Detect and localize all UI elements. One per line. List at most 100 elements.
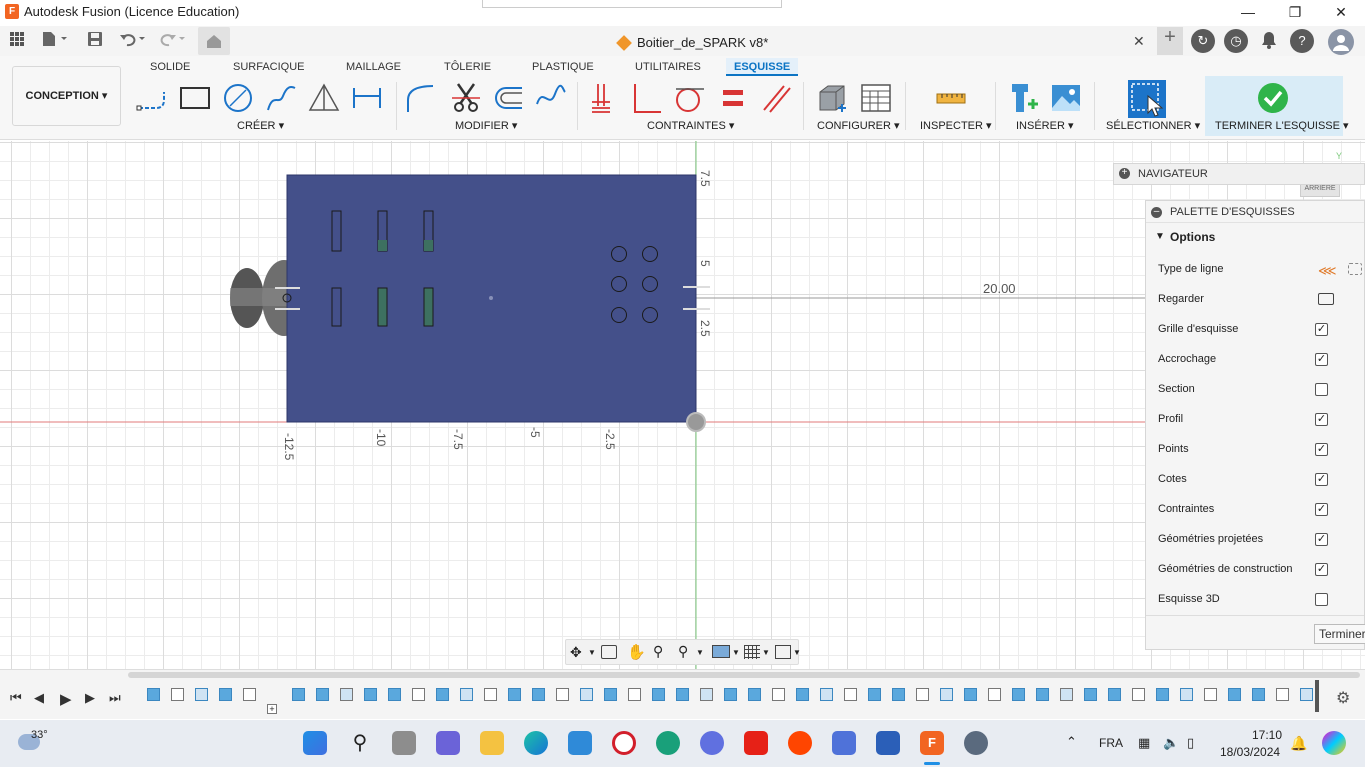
workspace-switcher[interactable]: CONCEPTION ▾ xyxy=(12,66,121,126)
timeline-feature[interactable] xyxy=(147,688,160,701)
configure-group-label[interactable]: CONFIGURER ▾ xyxy=(817,119,900,132)
timeline-feature[interactable] xyxy=(219,688,232,701)
fusion-taskbar-icon[interactable]: F xyxy=(920,731,944,755)
timeline-feature[interactable] xyxy=(604,688,617,701)
timeline-feature[interactable] xyxy=(195,688,208,701)
go-to-start-icon[interactable]: ⏮ xyxy=(10,690,22,706)
timeline-feature[interactable] xyxy=(556,688,569,701)
timeline-expand-icon[interactable]: + xyxy=(267,704,277,714)
settings-gear-icon[interactable] xyxy=(964,731,988,755)
timeline-feature[interactable] xyxy=(364,688,377,701)
timeline-feature[interactable] xyxy=(940,688,953,701)
job-status-icon[interactable]: ◷ xyxy=(1224,29,1248,53)
chevron-down-icon[interactable]: ▼ xyxy=(732,648,740,657)
look-at-icon[interactable] xyxy=(1318,293,1334,305)
timeline-feature[interactable] xyxy=(1084,688,1097,701)
timeline-feature[interactable] xyxy=(460,688,473,701)
help-icon[interactable]: ? xyxy=(1290,29,1314,53)
timeline-feature[interactable] xyxy=(1180,688,1193,701)
tray-chevron-up-icon[interactable]: ⌃ xyxy=(1066,734,1077,750)
discord-icon[interactable] xyxy=(700,731,724,755)
word-icon[interactable] xyxy=(876,731,900,755)
step-forward-icon[interactable]: ▶ xyxy=(85,690,95,706)
opera-icon[interactable] xyxy=(612,731,636,755)
timeline-feature[interactable] xyxy=(820,688,833,701)
timeline-feature[interactable] xyxy=(243,688,256,701)
timeline-feature[interactable] xyxy=(1228,688,1241,701)
viewports-icon[interactable] xyxy=(775,645,791,659)
timeline-feature[interactable] xyxy=(171,688,184,701)
timeline-feature[interactable] xyxy=(388,688,401,701)
chatgpt-icon[interactable] xyxy=(656,731,680,755)
battery-icon[interactable]: ▯ xyxy=(1187,735,1194,751)
fillet-tool-icon[interactable] xyxy=(405,82,437,114)
timeline-scrollbar[interactable] xyxy=(128,672,1360,678)
timeline-feature[interactable] xyxy=(892,688,905,701)
timeline-feature[interactable] xyxy=(1156,688,1169,701)
pan-hand-icon[interactable]: ✋ xyxy=(627,643,646,661)
tab-maillage[interactable]: MAILLAGE xyxy=(338,58,409,76)
dimension-tool-icon[interactable] xyxy=(351,82,383,114)
line-tool-icon[interactable] xyxy=(136,82,168,114)
tangent-constraint-icon[interactable] xyxy=(674,82,706,114)
tab-tolerie[interactable]: TÔLERIE xyxy=(436,58,499,76)
timeline-feature[interactable] xyxy=(316,688,329,701)
notification-bell-icon[interactable]: 🔔 xyxy=(1290,735,1307,752)
trim-scissors-icon[interactable] xyxy=(450,82,482,114)
language-indicator[interactable]: FRA xyxy=(1099,736,1123,750)
create-group-label[interactable]: CRÉER ▾ xyxy=(237,119,284,132)
inspect-group-label[interactable]: INSPECTER ▾ xyxy=(920,119,992,132)
finish-check-icon[interactable] xyxy=(1257,82,1289,114)
timeline-feature[interactable] xyxy=(748,688,761,701)
spline-tool-icon[interactable] xyxy=(265,82,297,114)
timeline-feature[interactable] xyxy=(916,688,929,701)
task-view-icon[interactable] xyxy=(392,731,416,755)
title-search-box[interactable] xyxy=(482,0,782,8)
sketch-grid-checkbox[interactable]: ✓ xyxy=(1315,323,1328,336)
timeline-feature[interactable] xyxy=(412,688,425,701)
timeline-feature[interactable] xyxy=(436,688,449,701)
parallel-constraint-icon[interactable] xyxy=(760,82,792,114)
undo-icon[interactable] xyxy=(118,31,148,51)
timeline-feature[interactable] xyxy=(508,688,521,701)
play-icon[interactable]: ▶ xyxy=(60,690,72,708)
rectangle-tool-icon[interactable] xyxy=(179,82,211,114)
document-tab[interactable]: Boitier_de_SPARK v8* ✕ xyxy=(600,29,1160,55)
tab-esquisse[interactable]: ESQUISSE xyxy=(726,58,799,76)
chevron-down-icon[interactable]: ▼ xyxy=(762,648,770,657)
timeline-feature[interactable] xyxy=(1276,688,1289,701)
construction-geometry-checkbox[interactable]: ✓ xyxy=(1315,563,1328,576)
chevron-down-icon[interactable]: ▼ xyxy=(588,648,596,657)
close-window-button[interactable]: ✕ xyxy=(1329,2,1353,22)
timeline-feature[interactable] xyxy=(844,688,857,701)
timeline-feature[interactable] xyxy=(652,688,665,701)
timeline-marker[interactable] xyxy=(1315,680,1319,712)
construction-line-icon[interactable]: ⋘ xyxy=(1318,261,1337,281)
extensions-icon[interactable]: ↻ xyxy=(1191,29,1215,53)
network-icon[interactable]: ▦ xyxy=(1138,735,1150,751)
file-explorer-icon[interactable] xyxy=(480,731,504,755)
timeline-settings-gear-icon[interactable]: ⚙ xyxy=(1336,688,1350,708)
redo-icon[interactable] xyxy=(158,31,188,51)
dimension-value[interactable]: 20.00 xyxy=(983,281,1016,296)
configure-table-icon[interactable] xyxy=(860,82,892,114)
snap-checkbox[interactable]: ✓ xyxy=(1315,353,1328,366)
app-icon[interactable] xyxy=(832,731,856,755)
modify-group-label[interactable]: MODIFIER ▾ xyxy=(455,119,517,132)
configure-box-icon[interactable] xyxy=(816,82,848,114)
search-icon[interactable]: ⚲ xyxy=(348,731,372,755)
3d-sketch-checkbox[interactable] xyxy=(1315,593,1328,606)
timeline-feature[interactable] xyxy=(796,688,809,701)
chevron-down-icon[interactable]: ▼ xyxy=(793,648,801,657)
restore-button[interactable]: ❐ xyxy=(1283,2,1307,22)
options-section-header[interactable]: ▼ Options xyxy=(1146,223,1364,251)
timeline-feature[interactable] xyxy=(580,688,593,701)
copilot-icon[interactable] xyxy=(1322,731,1346,755)
timeline-feature[interactable] xyxy=(628,688,641,701)
insert-bolt-icon[interactable] xyxy=(1008,82,1040,114)
tab-utilitaires[interactable]: UTILITAIRES xyxy=(627,58,709,76)
timeline-feature[interactable] xyxy=(964,688,977,701)
save-icon[interactable] xyxy=(86,31,104,51)
tab-plastique[interactable]: PLASTIQUE xyxy=(524,58,602,76)
volume-icon[interactable]: 🔈 xyxy=(1163,735,1179,751)
